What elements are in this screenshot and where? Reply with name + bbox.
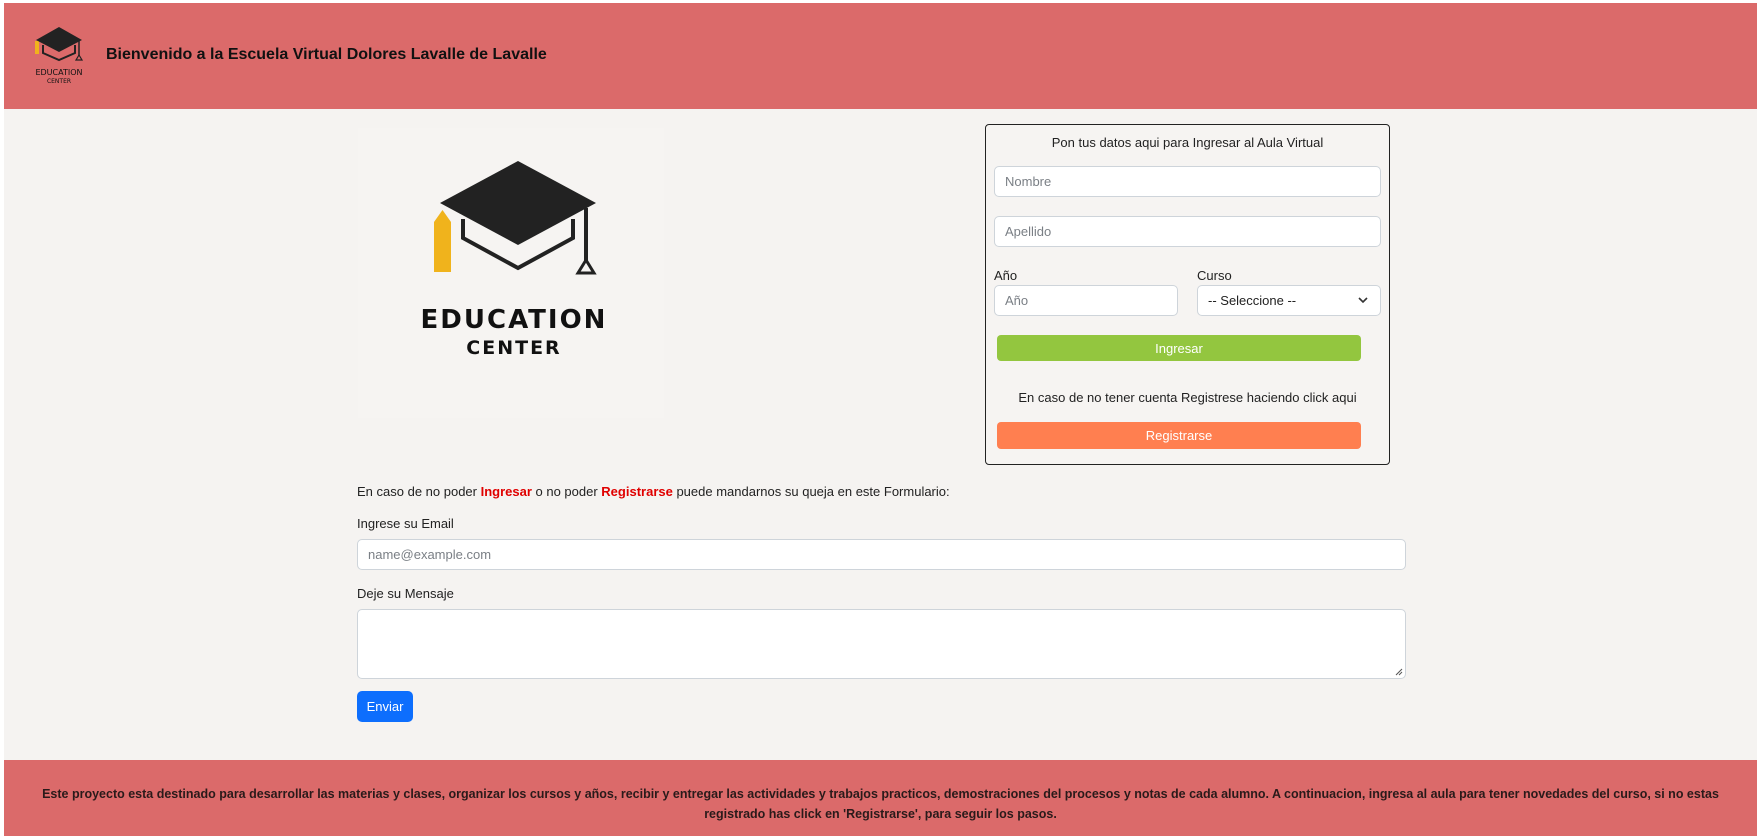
anio-input[interactable] bbox=[994, 285, 1178, 316]
email-field[interactable] bbox=[357, 539, 1406, 570]
header-logo-line1: EDUCATION bbox=[35, 68, 82, 77]
complaint-intro: En caso de no poder Ingresar o no poder … bbox=[357, 484, 950, 499]
graduation-cap-icon: EDUCATION CENTER bbox=[35, 27, 84, 85]
nombre-input[interactable] bbox=[994, 166, 1381, 197]
message-textarea[interactable] bbox=[357, 609, 1406, 679]
complaint-ingresar-word: Ingresar bbox=[480, 484, 532, 499]
resize-grip-icon[interactable] bbox=[1395, 668, 1403, 676]
message-label: Deje su Mensaje bbox=[357, 586, 454, 601]
register-hint: En caso de no tener cuenta Registrese ha… bbox=[1018, 390, 1357, 405]
curso-label: Curso bbox=[1197, 268, 1232, 283]
complaint-text-middle: o no poder bbox=[531, 484, 602, 499]
curso-select[interactable]: -- Seleccione -- bbox=[1197, 285, 1381, 316]
email-label: Ingrese su Email bbox=[357, 516, 454, 531]
anio-label: Año bbox=[994, 268, 1018, 283]
curso-select-value: -- Seleccione -- bbox=[1208, 293, 1297, 308]
graduation-cap-icon: EDUCATION CENTER bbox=[421, 161, 608, 359]
hero-logo-line1: EDUCATION bbox=[421, 305, 608, 335]
apellido-input[interactable] bbox=[994, 216, 1381, 247]
page-background bbox=[4, 3, 1757, 836]
ingresar-button[interactable]: Ingresar bbox=[997, 335, 1361, 361]
site-footer: Este proyecto esta destinado para desarr… bbox=[4, 760, 1757, 836]
hero-logo: EDUCATION CENTER bbox=[358, 128, 664, 418]
header-logo: EDUCATION CENTER bbox=[26, 23, 92, 85]
enviar-button[interactable]: Enviar bbox=[357, 691, 413, 722]
complaint-text-after: puede mandarnos su queja en este Formula… bbox=[672, 484, 950, 499]
hero-logo-line2: CENTER bbox=[466, 337, 561, 359]
registrarse-button[interactable]: Registrarse bbox=[997, 422, 1361, 449]
login-card: Pon tus datos aqui para Ingresar al Aula… bbox=[985, 124, 1390, 465]
site-header: EDUCATION CENTER Bienvenido a la Escuela… bbox=[4, 3, 1757, 109]
complaint-registrarse-word: Registrarse bbox=[601, 484, 673, 499]
chevron-down-icon bbox=[1358, 297, 1368, 304]
page-title: Bienvenido a la Escuela Virtual Dolores … bbox=[106, 46, 547, 63]
login-card-title: Pon tus datos aqui para Ingresar al Aula… bbox=[1051, 135, 1324, 150]
footer-text: Este proyecto esta destinado para desarr… bbox=[42, 787, 1719, 821]
header-logo-line2: CENTER bbox=[47, 78, 71, 85]
complaint-text-before: En caso de no poder bbox=[357, 484, 481, 499]
